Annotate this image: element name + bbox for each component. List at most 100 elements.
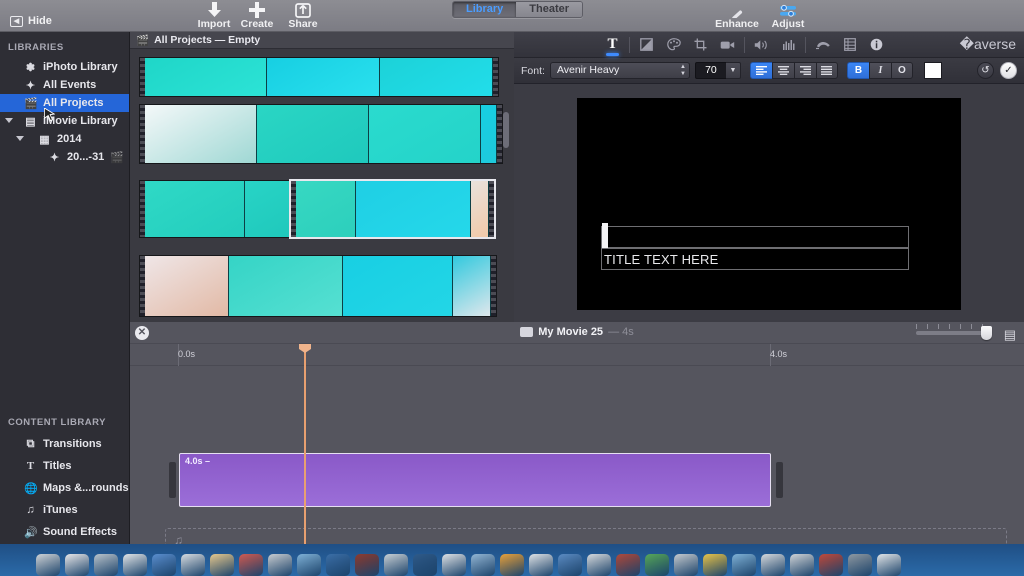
dock-icon[interactable]: [268, 554, 292, 576]
filmstrip-thumbnail[interactable]: [229, 256, 343, 316]
browser-scrollbar[interactable]: [503, 112, 509, 148]
dock-icon[interactable]: [65, 554, 89, 576]
chevron-down-icon[interactable]: ▼: [725, 62, 741, 79]
filmstrip-thumbnail[interactable]: [145, 105, 257, 163]
titles-tool-button[interactable]: T: [599, 33, 626, 57]
share-button[interactable]: Share: [275, 0, 331, 32]
dock-icon[interactable]: [877, 554, 901, 576]
tab-theater[interactable]: Theater: [516, 2, 583, 17]
dock-icon[interactable]: [297, 554, 321, 576]
sidebar-item-all-projects[interactable]: 🎬 All Projects: [0, 94, 129, 112]
align-left-button[interactable]: [749, 62, 772, 79]
title-text-field-1[interactable]: [601, 226, 909, 248]
info-tool-button[interactable]: [863, 33, 890, 57]
dock-icon[interactable]: [384, 554, 408, 576]
filmstrip-thumbnail[interactable]: [471, 181, 489, 237]
title-text-field-2[interactable]: TITLE TEXT HERE: [601, 248, 909, 270]
font-size-control[interactable]: 70 ▼: [694, 62, 741, 79]
filmstrip-thumbnail[interactable]: [380, 58, 493, 96]
align-center-button[interactable]: [771, 62, 794, 79]
dock-icon[interactable]: [645, 554, 669, 576]
enhance-button[interactable]: Enhance: [709, 0, 765, 32]
sidebar-item-imovie-library[interactable]: ▤ iMovie Library: [0, 112, 129, 130]
dock-icon[interactable]: [819, 554, 843, 576]
dock-icon[interactable]: [442, 554, 466, 576]
dock-icon[interactable]: [558, 554, 582, 576]
sidebar-item-titles[interactable]: T Titles: [0, 455, 130, 477]
filmstrip-thumbnail[interactable]: [145, 256, 229, 316]
filmstrip-thumbnail[interactable]: [369, 105, 481, 163]
dock-icon[interactable]: [703, 554, 727, 576]
sidebar-item-event-date[interactable]: ✦ 20...-31 🎬: [0, 148, 129, 166]
project-filmstrip[interactable]: [289, 179, 496, 239]
outline-button[interactable]: O: [890, 62, 913, 79]
stabilization-tool-button[interactable]: [714, 33, 741, 57]
dock-icon[interactable]: [210, 554, 234, 576]
stepper-arrows-icon[interactable]: ▲ ▼: [680, 64, 686, 77]
project-filmstrip[interactable]: [139, 180, 303, 238]
zoom-slider-knob[interactable]: [981, 326, 992, 340]
undo-arrow-icon[interactable]: �averse: [960, 36, 1016, 53]
dock-icon[interactable]: [413, 554, 437, 576]
dock-icon[interactable]: [94, 554, 118, 576]
dock-icon[interactable]: [790, 554, 814, 576]
project-filmstrip[interactable]: [139, 104, 503, 164]
disclosure-triangle-icon[interactable]: [5, 118, 13, 123]
dock-icon[interactable]: [587, 554, 611, 576]
text-color-swatch[interactable]: [923, 62, 942, 79]
crop-tool-button[interactable]: [687, 33, 714, 57]
sidebar-item-all-events[interactable]: ✦ All Events: [0, 76, 129, 94]
video-preview[interactable]: TITLE TEXT HERE: [577, 98, 961, 310]
dock-icon[interactable]: [500, 554, 524, 576]
dock-icon[interactable]: [529, 554, 553, 576]
clip-trim-handle-right[interactable]: [776, 462, 783, 498]
title-clip[interactable]: 4.0s –: [179, 453, 771, 507]
noise-reduction-tool-button[interactable]: [775, 33, 802, 57]
revert-arrow-icon[interactable]: ↺: [977, 62, 994, 79]
dock-icon[interactable]: [239, 554, 263, 576]
sidebar-item-2014[interactable]: ▦ 2014: [0, 130, 129, 148]
filmstrip-thumbnail[interactable]: [145, 181, 245, 237]
timeline-ruler[interactable]: 0.0s 4.0s: [130, 344, 1024, 366]
dock-icon[interactable]: [36, 554, 60, 576]
dock-icon[interactable]: [732, 554, 756, 576]
project-filmstrip[interactable]: [139, 255, 497, 317]
align-right-button[interactable]: [793, 62, 816, 79]
adjust-button[interactable]: Adjust: [760, 0, 816, 32]
clip-trim-handle-left[interactable]: [169, 462, 176, 498]
sidebar-item-sound-effects[interactable]: 🔊 Sound Effects: [0, 521, 130, 543]
filmstrip-thumbnail[interactable]: [267, 58, 380, 96]
checkmark-icon[interactable]: ✓: [1000, 62, 1017, 79]
color-balance-tool-button[interactable]: [633, 33, 660, 57]
italic-button[interactable]: I: [868, 62, 891, 79]
filmstrip-thumbnail[interactable]: [453, 256, 491, 316]
dock-icon[interactable]: [674, 554, 698, 576]
align-justify-button[interactable]: [815, 62, 838, 79]
sidebar-item-maps-backgrounds[interactable]: 🌐 Maps &...rounds: [0, 477, 130, 499]
project-filmstrip[interactable]: [139, 57, 499, 97]
dock-icon[interactable]: [326, 554, 350, 576]
dock-icon[interactable]: [152, 554, 176, 576]
filmstrip-thumbnail[interactable]: [356, 181, 471, 237]
sidebar-item-transitions[interactable]: ⧉ Transitions: [0, 433, 130, 455]
filmstrip-thumbnail[interactable]: [257, 105, 369, 163]
playhead[interactable]: [299, 344, 311, 544]
library-theater-segmented-control[interactable]: Library Theater: [452, 1, 584, 18]
filmstrip-settings-icon[interactable]: ▤: [1004, 327, 1016, 343]
dock-icon[interactable]: [616, 554, 640, 576]
disclosure-triangle-icon[interactable]: [16, 136, 24, 141]
sidebar-item-iphoto-library[interactable]: ✽ iPhoto Library: [0, 58, 129, 76]
volume-tool-button[interactable]: [748, 33, 775, 57]
dock-icon[interactable]: [848, 554, 872, 576]
filmstrip-thumbnail[interactable]: [296, 181, 356, 237]
color-correction-tool-button[interactable]: [660, 33, 687, 57]
speed-tool-button[interactable]: [809, 33, 836, 57]
sidebar-item-itunes[interactable]: ♫ iTunes: [0, 499, 130, 521]
dock-icon[interactable]: [471, 554, 495, 576]
hide-sidebar-button[interactable]: ◀ Hide: [10, 15, 52, 27]
filmstrip-thumbnail[interactable]: [343, 256, 453, 316]
filmstrip-thumbnail[interactable]: [145, 58, 267, 96]
font-family-select[interactable]: Avenir Heavy ▲ ▼: [549, 62, 690, 79]
filter-tool-button[interactable]: [836, 33, 863, 57]
bold-button[interactable]: B: [846, 62, 869, 79]
